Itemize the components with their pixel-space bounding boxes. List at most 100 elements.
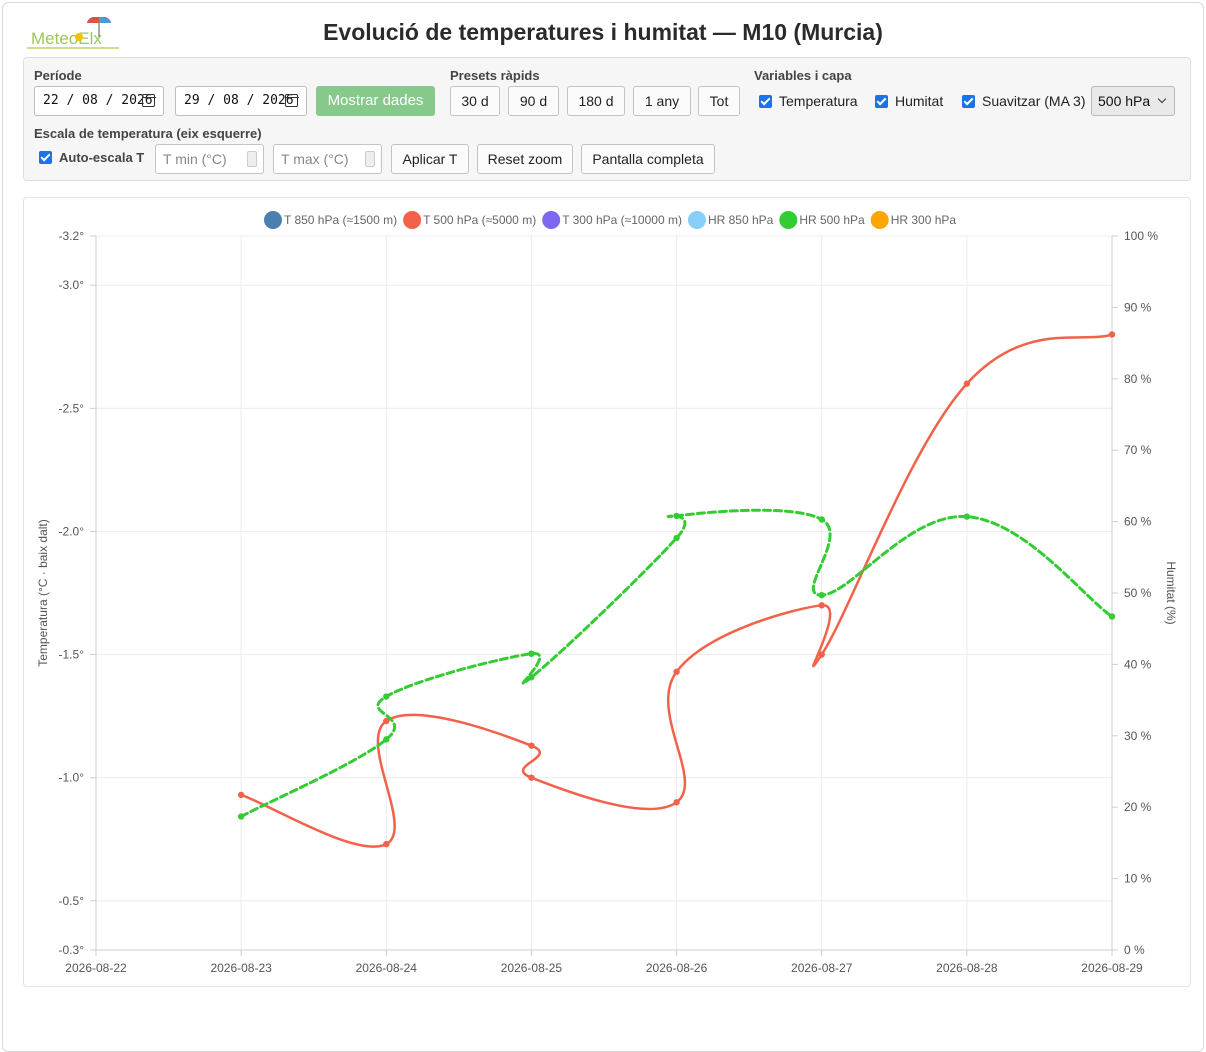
- temperature-point[interactable]: [528, 742, 535, 749]
- y-left-tick-label: -0.5°: [59, 894, 85, 908]
- spinner-icon[interactable]: [247, 151, 257, 167]
- legend-swatch[interactable]: [779, 211, 798, 229]
- date-to-input[interactable]: 29 / 08 / 2026: [175, 86, 307, 116]
- humidity-checkbox[interactable]: Humitat: [875, 93, 943, 109]
- calendar-icon[interactable]: [284, 94, 299, 107]
- legend-swatch[interactable]: [264, 211, 282, 229]
- temperature-point[interactable]: [963, 380, 971, 387]
- y-right-tick-label: 20 %: [1124, 800, 1152, 814]
- scale-label: Escala de temperatura (eix esquerre): [34, 126, 262, 141]
- temperature-point[interactable]: [818, 651, 825, 658]
- humidity-point[interactable]: [963, 513, 971, 520]
- preset-90d-button[interactable]: 90 d: [508, 86, 559, 116]
- temperature-humidity-chart[interactable]: T 850 hPa (≈1500 m) T 500 hPa (≈5000 m) T …: [24, 198, 1190, 986]
- x-tick-label: 2026-08-28: [936, 961, 998, 975]
- autoscale-label: Auto-escala T: [59, 150, 145, 165]
- autoscale-checkbox[interactable]: Auto-escala T: [39, 150, 144, 166]
- y-left-tick-label: -1.0°: [59, 771, 85, 785]
- y-right-tick-label: 10 %: [1124, 872, 1152, 886]
- tmax-input[interactable]: T max (°C): [273, 144, 382, 174]
- layer-select[interactable]: 500 hPa: [1091, 86, 1175, 116]
- fullscreen-button[interactable]: Pantalla completa: [581, 144, 715, 174]
- x-tick-label: 2026-08-24: [356, 961, 418, 975]
- humidity-point[interactable]: [528, 650, 535, 657]
- layer-select-value: 500 hPa: [1098, 93, 1151, 109]
- tmin-placeholder: T min (°C): [163, 151, 227, 167]
- show-data-button[interactable]: Mostrar dades: [316, 86, 435, 116]
- variables-label: Variables i capa: [754, 68, 852, 83]
- humidity-point[interactable]: [818, 591, 825, 599]
- legend-swatch[interactable]: [542, 211, 561, 229]
- date-from-value: 22 / 08 / 2026: [43, 93, 153, 108]
- y-left-tick-label: -2.5°: [59, 401, 85, 415]
- page-title: Evolució de temperatures i humitat — M10…: [323, 19, 883, 45]
- x-tick-label: 2026-08-26: [646, 961, 708, 975]
- calendar-icon[interactable]: [141, 94, 156, 107]
- temperature-label: Temperatura: [779, 93, 858, 109]
- smooth-checkbox[interactable]: Suavitzar (MA 3): [962, 93, 1085, 109]
- checkbox-checked-icon[interactable]: [759, 95, 772, 108]
- preset-180d-button[interactable]: 180 d: [567, 86, 625, 116]
- x-tick-label: 2026-08-29: [1081, 961, 1143, 975]
- checkbox-checked-icon[interactable]: [875, 95, 888, 108]
- x-tick-label: 2026-08-22: [65, 961, 127, 975]
- humidity-point[interactable]: [673, 512, 680, 520]
- humidity-point[interactable]: [383, 693, 390, 700]
- humidity-label: Humitat: [895, 93, 944, 109]
- y-right-tick-label: 50 %: [1124, 586, 1152, 600]
- spinner-icon[interactable]: [365, 151, 375, 167]
- y-left-tick-label: -0.3°: [59, 943, 85, 957]
- humidity-point[interactable]: [1108, 613, 1116, 620]
- x-tick-label: 2026-08-27: [791, 961, 853, 975]
- y-right-tick-label: 70 %: [1124, 443, 1152, 457]
- humidity-point[interactable]: [818, 516, 825, 523]
- legend-label: T 300 hPa (≈10000 m): [562, 213, 682, 227]
- humidity-point[interactable]: [383, 736, 390, 743]
- apply-t-button[interactable]: Aplicar T: [391, 144, 469, 174]
- temperature-point[interactable]: [383, 840, 390, 848]
- preset-30d-button[interactable]: 30 d: [450, 86, 500, 116]
- chart-card: T 850 hPa (≈1500 m) T 500 hPa (≈5000 m) T …: [23, 197, 1191, 987]
- legend-label: HR 850 hPa: [708, 213, 774, 227]
- date-from-input[interactable]: 22 / 08 / 2026: [34, 86, 164, 116]
- legend-label: T 500 hPa (≈5000 m): [423, 213, 536, 227]
- presets-label: Presets ràpids: [450, 68, 540, 83]
- checkbox-checked-icon[interactable]: [962, 95, 975, 108]
- y-left-tick-label: -2.0°: [59, 524, 85, 538]
- x-tick-label: 2026-08-23: [210, 961, 272, 975]
- legend-label: T 850 hPa (≈1500 m): [284, 213, 397, 227]
- chevron-down-icon[interactable]: [1157, 94, 1167, 104]
- y-left-tick-label: -3.0°: [59, 278, 85, 292]
- y-right-axis-title: Humitat (%): [1164, 561, 1178, 624]
- tmax-placeholder: T max (°C): [281, 151, 349, 167]
- smooth-label: Suavitzar (MA 3): [982, 93, 1086, 109]
- reset-zoom-button[interactable]: Reset zoom: [477, 144, 573, 174]
- controls-panel: Període 22 / 08 / 2026 29 / 08 / 2026 Mo…: [23, 57, 1191, 181]
- humidity-point[interactable]: [673, 534, 680, 542]
- preset-1year-button[interactable]: 1 any: [633, 86, 691, 116]
- legend-swatch[interactable]: [403, 211, 422, 229]
- temperature-checkbox[interactable]: Temperatura: [759, 93, 858, 109]
- tmin-input[interactable]: T min (°C): [155, 144, 264, 174]
- legend-label: HR 500 hPa: [799, 213, 865, 227]
- y-right-tick-label: 100 %: [1124, 229, 1158, 243]
- legend-swatch[interactable]: [870, 211, 889, 229]
- temperature-point[interactable]: [1108, 331, 1116, 338]
- humidity-point[interactable]: [528, 674, 535, 681]
- humidity-point[interactable]: [237, 813, 245, 820]
- temperature-point[interactable]: [528, 774, 535, 781]
- y-left-tick-label: -1.5°: [59, 648, 85, 662]
- page: MeteoElx Evolució de temperatures i humi…: [2, 2, 1204, 1052]
- preset-all-button[interactable]: Tot: [698, 86, 740, 116]
- temperature-point[interactable]: [818, 602, 825, 609]
- temperature-point[interactable]: [673, 799, 680, 806]
- temperature-point[interactable]: [673, 668, 680, 675]
- y-right-tick-label: 40 %: [1124, 657, 1152, 671]
- x-tick-label: 2026-08-25: [501, 961, 563, 975]
- temperature-point[interactable]: [237, 791, 245, 799]
- y-right-tick-label: 80 %: [1124, 372, 1152, 386]
- checkbox-checked-icon[interactable]: [39, 151, 52, 164]
- period-label: Període: [34, 68, 82, 83]
- y-left-tick-label: -3.2°: [59, 229, 85, 243]
- legend-swatch[interactable]: [687, 211, 706, 229]
